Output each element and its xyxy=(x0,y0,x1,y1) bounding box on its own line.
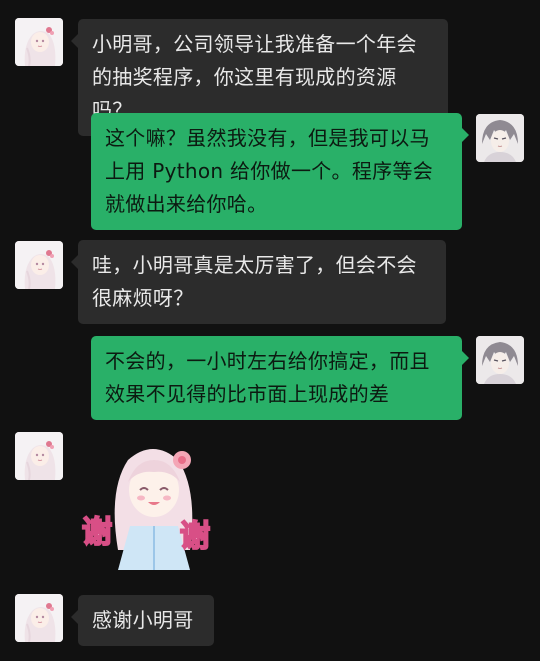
sticker-text: 谢 xyxy=(180,519,210,554)
message-text: 不会的，一小时左右给你搞定，而且效果不见得的比市面上现成的差 xyxy=(105,349,430,406)
contact-avatar[interactable] xyxy=(15,594,63,642)
message-bubble-outgoing[interactable]: 这个嘛？虽然我没有，但是我可以马上用 Python 给你做一个。程序等会就做出来… xyxy=(91,113,469,230)
message-bubble-incoming[interactable]: 感谢小明哥 xyxy=(71,595,214,646)
self-avatar[interactable] xyxy=(476,336,524,384)
chat-screen: 小明哥，公司领导让我准备一个年会的抽奖程序，你这里有现成的资源吗？ 这个嘛？虽然… xyxy=(0,0,540,661)
thanks-sticker[interactable]: 谢 谢 xyxy=(78,430,228,578)
message-text: 感谢小明哥 xyxy=(92,608,194,632)
contact-avatar[interactable] xyxy=(15,18,63,66)
self-avatar[interactable] xyxy=(476,114,524,162)
message-text: 哇，小明哥真是太厉害了，但会不会很麻烦呀？ xyxy=(92,253,417,310)
message-bubble-incoming[interactable]: 哇，小明哥真是太厉害了，但会不会很麻烦呀？ xyxy=(71,240,446,324)
sticker-text: 谢 xyxy=(82,515,112,550)
contact-avatar[interactable] xyxy=(15,432,63,480)
message-text: 这个嘛？虽然我没有，但是我可以马上用 Python 给你做一个。程序等会就做出来… xyxy=(105,126,434,216)
message-text: 小明哥，公司领导让我准备一个年会的抽奖程序，你这里有现成的资源吗？ xyxy=(92,32,417,122)
contact-avatar[interactable] xyxy=(15,241,63,289)
message-bubble-outgoing[interactable]: 不会的，一小时左右给你搞定，而且效果不见得的比市面上现成的差 xyxy=(91,336,469,420)
